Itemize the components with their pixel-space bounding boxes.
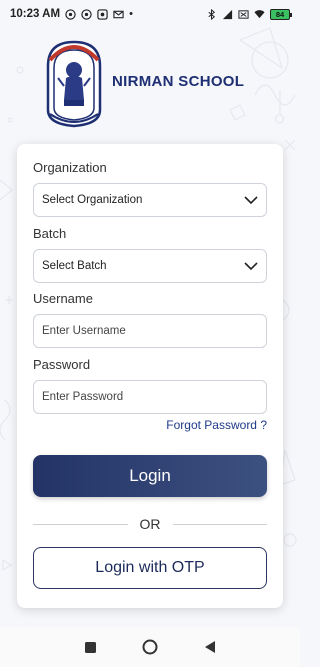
forgot-password-link[interactable]: Forgot Password ? (166, 418, 267, 432)
back-button[interactable] (200, 637, 220, 657)
back-icon (204, 641, 215, 653)
login-with-otp-button[interactable]: Login with OTP (33, 547, 267, 589)
recent-apps-icon (84, 641, 96, 653)
batch-select-value: Select Batch (42, 260, 107, 272)
bluetooth-icon (208, 8, 216, 20)
whatsapp-icon (65, 8, 76, 20)
organization-select[interactable]: Select Organization (33, 183, 267, 217)
divider-line (172, 523, 267, 525)
chevron-down-icon (244, 196, 258, 205)
recent-apps-button[interactable] (80, 637, 100, 657)
username-label: Username (33, 291, 93, 306)
mail-icon (113, 10, 124, 18)
wifi-off-icon (238, 9, 249, 19)
status-bar: 10:23 AM • 84 (0, 0, 300, 28)
batch-label: Batch (33, 226, 67, 241)
message-icon (97, 8, 108, 20)
school-name: NIRMAN SCHOOL (112, 72, 245, 90)
signal-icon (222, 9, 233, 19)
or-divider: OR (33, 514, 267, 534)
divider-line (33, 523, 128, 525)
username-input[interactable] (33, 314, 267, 348)
organization-label: Organization (33, 160, 107, 175)
password-input[interactable] (33, 380, 267, 414)
organization-select-value: Select Organization (42, 194, 143, 206)
status-time: 10:23 AM (10, 8, 61, 20)
school-header: NIRMAN SCHOOL (40, 38, 244, 130)
batch-select[interactable]: Select Batch (33, 249, 267, 283)
battery-indicator: 84 (270, 8, 292, 20)
home-icon (142, 639, 158, 655)
login-card: Organization Select Organization Batch S… (17, 144, 283, 608)
more-dot-icon: • (129, 8, 133, 20)
navigation-bar (0, 627, 300, 667)
home-button[interactable] (140, 637, 160, 657)
login-button[interactable]: Login (33, 455, 267, 497)
or-text: OR (139, 516, 161, 532)
school-logo (46, 40, 102, 128)
whatsapp-icon (81, 8, 92, 20)
chevron-down-icon (244, 262, 258, 271)
password-label: Password (33, 357, 91, 372)
wifi-icon (254, 9, 265, 18)
